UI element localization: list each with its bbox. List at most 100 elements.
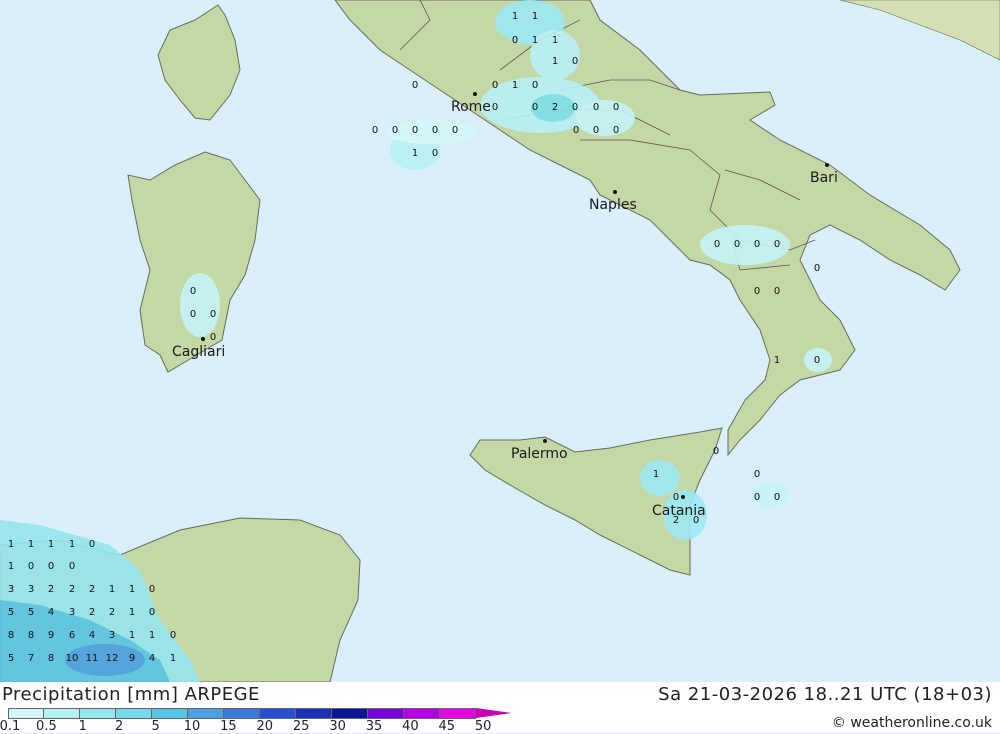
precip-value: 2 bbox=[47, 584, 55, 595]
precip-value: 1 bbox=[551, 56, 559, 67]
credit-link[interactable]: © weatheronline.co.uk bbox=[832, 715, 992, 731]
product-title: Precipitation [mm] ARPEGE bbox=[2, 684, 260, 705]
precip-value: 7 bbox=[27, 653, 35, 664]
precip-value: 0 bbox=[189, 286, 197, 297]
precip-value: 0 bbox=[169, 630, 177, 641]
precip-value: 0 bbox=[88, 539, 96, 550]
precip-value: 1 bbox=[128, 584, 136, 595]
legend-tick-label: 30 bbox=[329, 719, 346, 734]
precip-value: 0 bbox=[411, 80, 419, 91]
precip-value: 0 bbox=[612, 125, 620, 136]
legend-swatch bbox=[80, 708, 116, 719]
precip-value: 2 bbox=[672, 515, 680, 526]
precip-value: 1 bbox=[551, 35, 559, 46]
precip-value: 0 bbox=[773, 492, 781, 503]
legend-tick-label: 45 bbox=[438, 719, 456, 734]
city-dot-naples bbox=[613, 190, 617, 194]
precip-value: 1 bbox=[128, 630, 136, 641]
precip-value: 0 bbox=[68, 561, 76, 572]
precip-value: 0 bbox=[753, 492, 761, 503]
precip-value: 4 bbox=[148, 653, 156, 664]
legend-arrow bbox=[476, 708, 512, 718]
city-label-naples: Naples bbox=[589, 197, 637, 213]
precip-value: 0 bbox=[813, 263, 821, 274]
precip-value: 1 bbox=[148, 630, 156, 641]
precip-value: 2 bbox=[88, 584, 96, 595]
legend-swatch bbox=[440, 708, 476, 719]
precip-value: 3 bbox=[7, 584, 15, 595]
precip-value: 0 bbox=[713, 239, 721, 250]
precip-value: 1 bbox=[7, 561, 15, 572]
precip-value: 0 bbox=[371, 125, 379, 136]
legend-ticks: 0.1 0.5 1 2 5 10 15 20 25 30 35 40 45 50 bbox=[0, 719, 540, 734]
precip-value: 0 bbox=[733, 239, 741, 250]
precip-value: 2 bbox=[88, 607, 96, 618]
precip-value: 1 bbox=[531, 35, 539, 46]
precip-value: 1 bbox=[169, 653, 177, 664]
city-dot-catania bbox=[681, 495, 685, 499]
precip-value: 1 bbox=[128, 607, 136, 618]
legend-tick-label: 1 bbox=[78, 719, 87, 734]
precip-value: 5 bbox=[7, 607, 15, 618]
precip-value: 1 bbox=[773, 355, 781, 366]
precip-value: 0 bbox=[431, 148, 439, 159]
precip-value: 10 bbox=[65, 653, 79, 664]
precip-value: 0 bbox=[612, 102, 620, 113]
precip-value: 1 bbox=[108, 584, 116, 595]
city-label-cagliari: Cagliari bbox=[172, 344, 226, 360]
precip-value: 0 bbox=[813, 355, 821, 366]
precip-value: 2 bbox=[108, 607, 116, 618]
precip-value: 3 bbox=[68, 607, 76, 618]
legend-tick-label: 2 bbox=[115, 719, 124, 734]
precip-value: 3 bbox=[27, 584, 35, 595]
precip-value: 0 bbox=[391, 125, 399, 136]
precip-value: 0 bbox=[753, 239, 761, 250]
legend-swatch bbox=[404, 708, 440, 719]
legend-tick-label: 10 bbox=[183, 719, 201, 734]
precip-value: 1 bbox=[411, 148, 419, 159]
precip-value: 0 bbox=[47, 561, 55, 572]
valid-time: Sa 21-03-2026 18..21 UTC (18+03) bbox=[658, 684, 992, 705]
legend-tick-label: 0.5 bbox=[36, 719, 57, 734]
legend-tick-label: 50 bbox=[474, 719, 492, 734]
precip-value: 0 bbox=[491, 102, 499, 113]
precip-value: 1 bbox=[511, 11, 519, 22]
precip-value: 0 bbox=[753, 286, 761, 297]
precip-value: 0 bbox=[451, 125, 459, 136]
precip-value: 0 bbox=[209, 309, 217, 320]
precip-value: 0 bbox=[411, 125, 419, 136]
precip-value: 5 bbox=[27, 607, 35, 618]
legend-swatch bbox=[368, 708, 404, 719]
precip-value: 4 bbox=[88, 630, 96, 641]
precip-value: 0 bbox=[531, 102, 539, 113]
city-label-palermo: Palermo bbox=[511, 446, 568, 462]
precip-value: 1 bbox=[511, 80, 519, 91]
precip-value: 0 bbox=[712, 446, 720, 457]
precip-value: 0 bbox=[692, 515, 700, 526]
precip-value: 6 bbox=[68, 630, 76, 641]
legend-swatch bbox=[44, 708, 80, 719]
precip-value: 0 bbox=[531, 80, 539, 91]
legend-swatch bbox=[332, 708, 368, 719]
precip-value: 1 bbox=[652, 469, 660, 480]
precip-value: 0 bbox=[571, 102, 579, 113]
precip-value: 0 bbox=[572, 125, 580, 136]
legend-tick-label: 20 bbox=[256, 719, 274, 734]
legend-color-bar bbox=[8, 708, 512, 719]
precip-value: 1 bbox=[27, 539, 35, 550]
precip-value: 12 bbox=[105, 653, 119, 664]
precip-value: 1 bbox=[531, 11, 539, 22]
precip-value: 1 bbox=[7, 539, 15, 550]
precip-value: 9 bbox=[47, 630, 55, 641]
precip-value: 8 bbox=[47, 653, 55, 664]
legend-tick-label: 35 bbox=[365, 719, 383, 734]
legend-tick-label: 0.1 bbox=[0, 719, 21, 734]
city-dot-cagliari bbox=[201, 337, 205, 341]
precip-value: 0 bbox=[511, 35, 519, 46]
precip-value: 0 bbox=[592, 102, 600, 113]
legend-tick-label: 15 bbox=[220, 719, 237, 734]
city-label-bari: Bari bbox=[810, 170, 838, 186]
legend-swatch bbox=[8, 708, 44, 719]
precip-value: 8 bbox=[27, 630, 35, 641]
precip-value: 0 bbox=[753, 469, 761, 480]
